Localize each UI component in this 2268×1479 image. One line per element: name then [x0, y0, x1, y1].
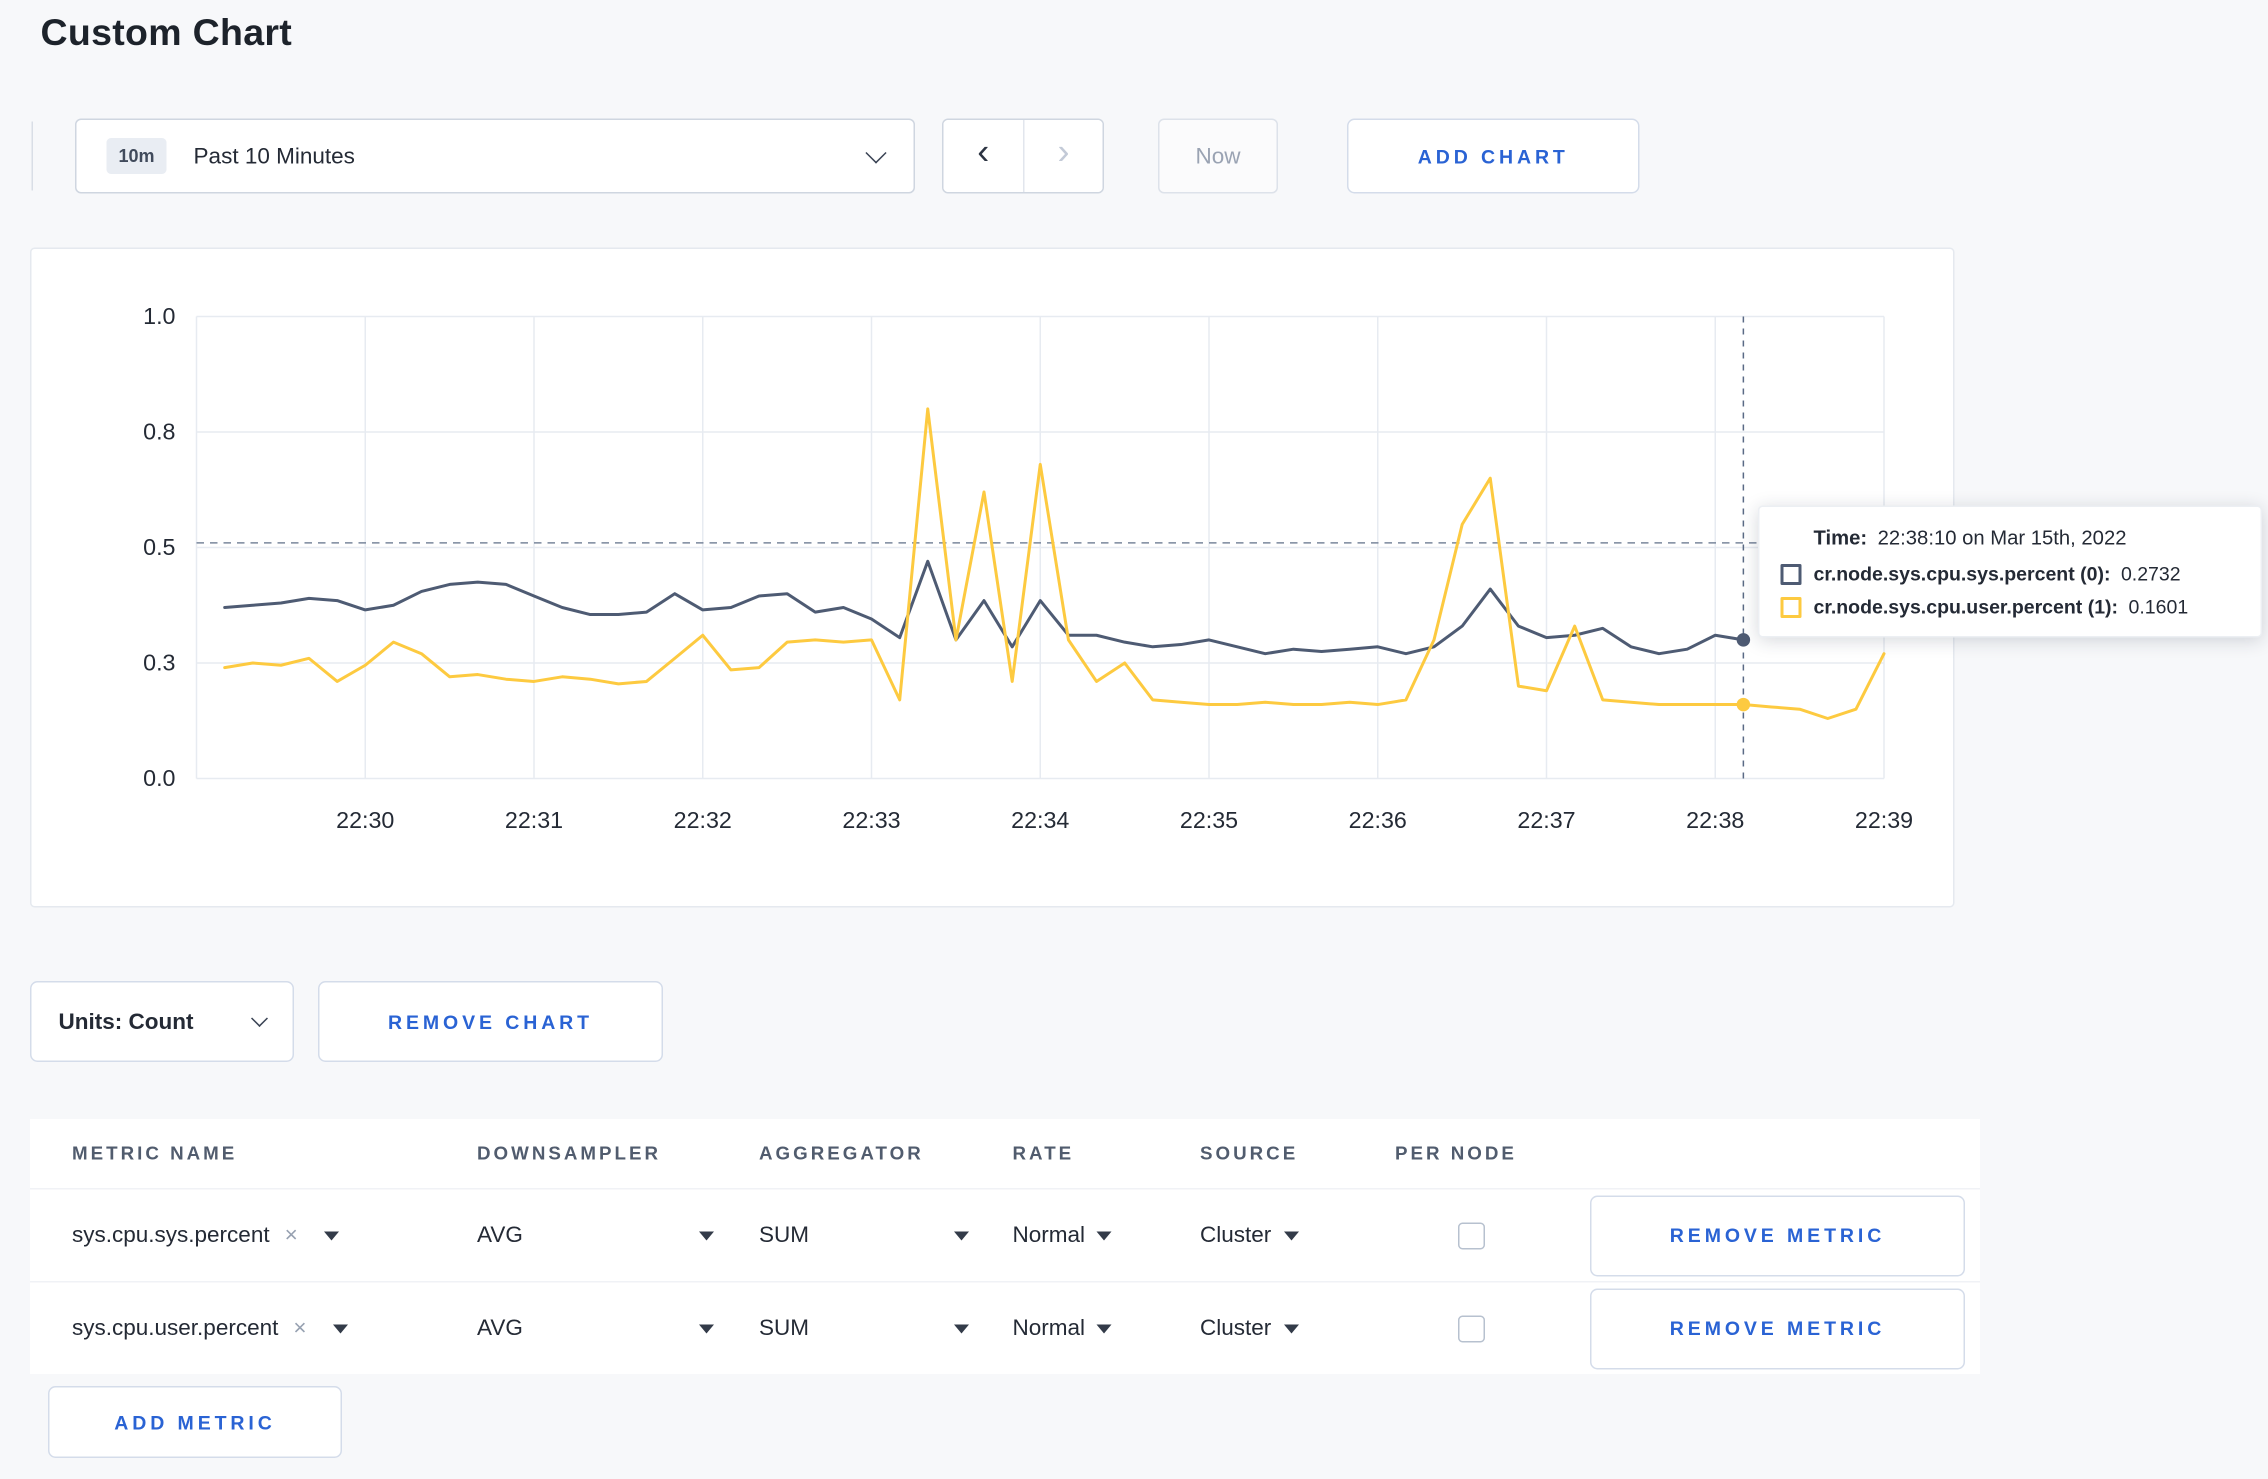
clear-metric-icon[interactable]: ×	[293, 1316, 306, 1342]
add-chart-button[interactable]: ADD CHART	[1347, 118, 1640, 194]
tooltip-series-label: cr.node.sys.cpu.user.percent (1):	[1813, 595, 2119, 619]
metric-name-select[interactable]: sys.cpu.user.percent ×	[72, 1315, 477, 1342]
col-header-rate: RATE	[1012, 1143, 1075, 1164]
caret-down-icon	[1283, 1323, 1299, 1333]
chevron-down-icon	[251, 1009, 268, 1027]
tooltip-series-row: cr.node.sys.cpu.user.percent (1): 0.1601	[1780, 595, 2240, 619]
rate-value: Normal	[1012, 1222, 1086, 1249]
aggregator-select[interactable]: SUM	[759, 1222, 969, 1249]
tooltip-time-row: Time: 22:38:10 on Mar 15th, 2022	[1814, 527, 2240, 550]
table-header-row: METRIC NAME DOWNSAMPLER AGGREGATOR RATE …	[30, 1119, 1980, 1188]
per-node-checkbox[interactable]	[1458, 1221, 1485, 1249]
now-button[interactable]: Now	[1158, 118, 1278, 194]
add-metric-button[interactable]: ADD METRIC	[48, 1386, 342, 1458]
col-header-per-node: PER NODE	[1395, 1143, 1517, 1164]
tooltip-series-row: cr.node.sys.cpu.sys.percent (0): 0.2732	[1780, 562, 2240, 586]
time-back-button[interactable]: ‹	[943, 120, 1023, 192]
svg-text:22:30: 22:30	[336, 807, 394, 833]
source-value: Cluster	[1200, 1315, 1272, 1342]
chevron-down-icon	[865, 141, 887, 163]
caret-down-icon	[1283, 1230, 1299, 1240]
toolbar-divider	[31, 121, 33, 191]
svg-text:22:31: 22:31	[505, 807, 563, 833]
col-header-aggregator: AGGREGATOR	[759, 1143, 924, 1164]
per-node-checkbox[interactable]	[1458, 1314, 1485, 1342]
clear-metric-icon[interactable]: ×	[285, 1223, 298, 1249]
custom-chart-page: Custom Chart 10m Past 10 Minutes ‹ › Now…	[0, 0, 2268, 1479]
rate-value: Normal	[1012, 1315, 1086, 1342]
source-select[interactable]: Cluster	[1200, 1222, 1299, 1249]
caret-down-icon	[699, 1230, 714, 1240]
metric-name: sys.cpu.user.percent	[72, 1315, 279, 1342]
svg-text:22:37: 22:37	[1517, 807, 1575, 833]
chart-controls: Units: Count REMOVE CHART	[30, 981, 663, 1062]
tooltip-series-value: 0.2732	[2120, 562, 2181, 586]
caret-down-icon	[324, 1230, 340, 1240]
metric-row: sys.cpu.sys.percent × AVG SUM Normal Clu…	[30, 1188, 1980, 1281]
tooltip-time-value: 22:38:10 on Mar 15th, 2022	[1877, 526, 2127, 550]
aggregator-value: SUM	[759, 1315, 810, 1342]
time-range-select[interactable]: 10m Past 10 Minutes	[75, 118, 915, 194]
source-value: Cluster	[1200, 1222, 1272, 1249]
caret-down-icon	[954, 1230, 969, 1240]
time-range-label: Past 10 Minutes	[193, 143, 355, 169]
aggregator-select[interactable]: SUM	[759, 1315, 969, 1342]
svg-text:0.3: 0.3	[143, 650, 175, 676]
rate-select[interactable]: Normal	[1012, 1315, 1113, 1342]
svg-text:22:38: 22:38	[1686, 807, 1744, 833]
svg-text:22:35: 22:35	[1180, 807, 1238, 833]
toolbar: 10m Past 10 Minutes ‹ › Now ADD CHART	[31, 118, 1640, 194]
remove-metric-button[interactable]: REMOVE METRIC	[1590, 1287, 1965, 1369]
caret-down-icon	[954, 1323, 969, 1333]
tooltip-time-label: Time:	[1813, 526, 1868, 550]
time-forward-button[interactable]: ›	[1023, 120, 1103, 192]
chart-panel: 0.0 0.3 0.5 0.8 1.0 22:30 22:31 22:32 22:33 22:34…	[30, 247, 1955, 908]
svg-text:22:34: 22:34	[1011, 807, 1069, 833]
svg-text:0.8: 0.8	[143, 419, 175, 445]
time-range-badge: 10m	[106, 138, 167, 174]
series-user-swatch-icon	[1780, 596, 1802, 618]
page-title: Custom Chart	[40, 12, 293, 54]
remove-chart-button[interactable]: REMOVE CHART	[318, 981, 663, 1062]
aggregator-value: SUM	[759, 1222, 810, 1249]
series-sys-swatch-icon	[1780, 563, 1802, 585]
svg-text:0.0: 0.0	[143, 765, 175, 791]
svg-text:22:36: 22:36	[1349, 807, 1407, 833]
caret-down-icon	[1097, 1323, 1113, 1333]
caret-down-icon	[699, 1323, 714, 1333]
chart-tooltip: Time: 22:38:10 on Mar 15th, 2022 cr.node.…	[1758, 505, 2262, 638]
metric-name-select[interactable]: sys.cpu.sys.percent ×	[72, 1222, 477, 1249]
tooltip-series-value: 0.1601	[2128, 595, 2189, 619]
time-nav-group: ‹ ›	[942, 118, 1104, 194]
units-select[interactable]: Units: Count	[30, 981, 294, 1062]
downsampler-select[interactable]: AVG	[477, 1222, 714, 1249]
downsampler-value: AVG	[477, 1222, 523, 1249]
metrics-line-chart[interactable]: 0.0 0.3 0.5 0.8 1.0 22:30 22:31 22:32 22:33 22:34…	[32, 249, 1952, 849]
tooltip-series-label: cr.node.sys.cpu.sys.percent (0):	[1813, 562, 2111, 586]
metric-row: sys.cpu.user.percent × AVG SUM Normal Cl…	[30, 1281, 1980, 1374]
svg-text:22:32: 22:32	[674, 807, 732, 833]
svg-text:22:33: 22:33	[842, 807, 900, 833]
downsampler-select[interactable]: AVG	[477, 1315, 714, 1342]
rate-select[interactable]: Normal	[1012, 1222, 1113, 1249]
col-header-source: SOURCE	[1200, 1143, 1299, 1164]
col-header-downsampler: DOWNSAMPLER	[477, 1143, 662, 1164]
downsampler-value: AVG	[477, 1315, 523, 1342]
source-select[interactable]: Cluster	[1200, 1315, 1299, 1342]
caret-down-icon	[1097, 1230, 1113, 1240]
col-header-metric-name: METRIC NAME	[72, 1143, 238, 1164]
svg-text:1.0: 1.0	[143, 303, 175, 329]
svg-text:0.5: 0.5	[143, 534, 175, 560]
metric-name: sys.cpu.sys.percent	[72, 1222, 270, 1249]
units-label: Units: Count	[58, 1008, 194, 1035]
remove-metric-button[interactable]: REMOVE METRIC	[1590, 1194, 1965, 1276]
metrics-table: METRIC NAME DOWNSAMPLER AGGREGATOR RATE …	[30, 1119, 1980, 1374]
svg-text:22:39: 22:39	[1855, 807, 1913, 833]
caret-down-icon	[333, 1323, 349, 1333]
